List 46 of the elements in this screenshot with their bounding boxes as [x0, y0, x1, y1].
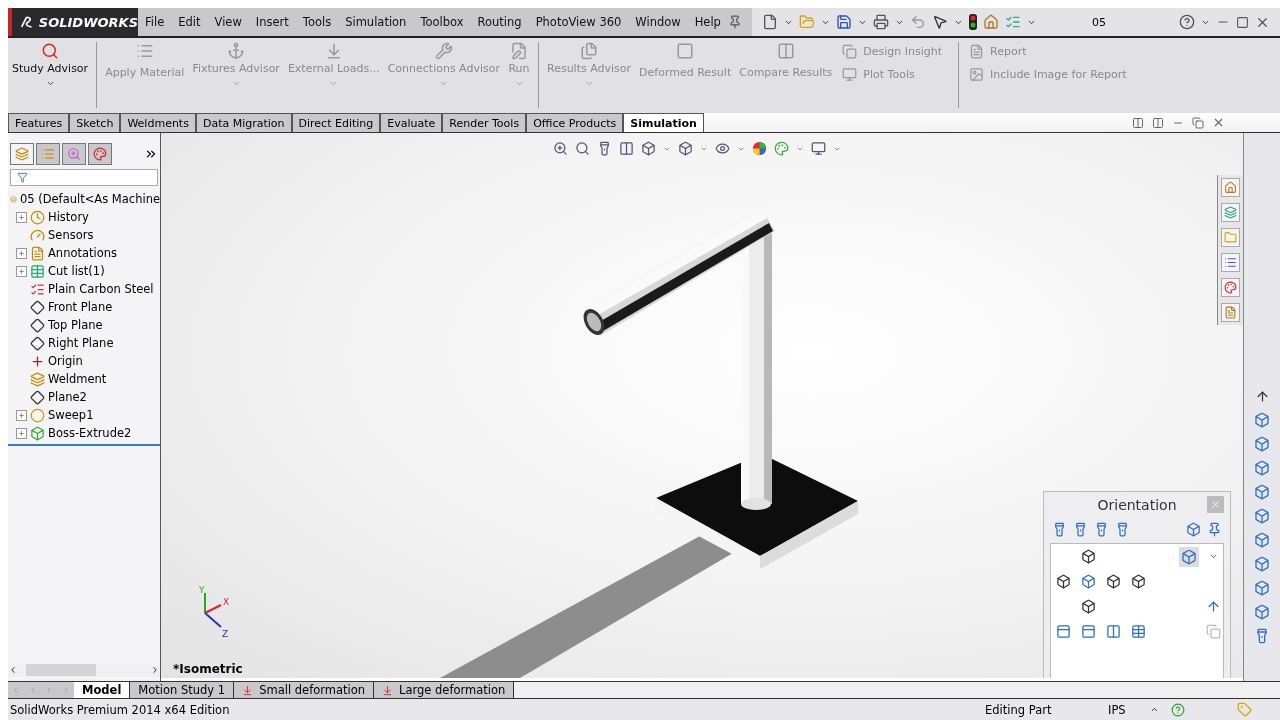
- command-tab[interactable]: Simulation: [623, 113, 704, 132]
- tree-item[interactable]: Plain Carbon Steel: [48, 282, 154, 296]
- tree-item[interactable]: History: [48, 210, 89, 224]
- tree-item[interactable]: Sweep1: [48, 408, 94, 422]
- app-logo: SOLIDWORKS: [38, 14, 138, 30]
- tree-item[interactable]: Plane2: [48, 390, 87, 404]
- ribbon-button[interactable]: Study Advisor: [8, 42, 93, 88]
- menu-item[interactable]: Help: [687, 15, 728, 29]
- view-label: *Isometric: [173, 662, 243, 676]
- status-text: Editing Part: [985, 702, 1053, 717]
- document-name: 05: [1091, 15, 1107, 29]
- command-tab[interactable]: Direct Editing: [291, 113, 381, 132]
- menu-item[interactable]: Window: [628, 15, 688, 29]
- study-tab[interactable]: Model: [74, 682, 131, 698]
- menu-item[interactable]: View: [207, 15, 249, 29]
- tree-item[interactable]: Cut list(1): [48, 264, 105, 278]
- command-tab[interactable]: Data Migration: [195, 113, 292, 132]
- tree-item[interactable]: Boss-Extrude2: [48, 426, 132, 440]
- command-tab[interactable]: Weldments: [120, 113, 196, 132]
- command-tab[interactable]: Render Tools: [442, 113, 527, 132]
- tree-item[interactable]: Right Plane: [48, 336, 114, 350]
- study-tab[interactable]: Large deformation: [374, 682, 515, 698]
- menu-item[interactable]: PhotoView 360: [528, 15, 629, 29]
- study-tab[interactable]: Motion Study 1: [130, 682, 235, 698]
- tree-item[interactable]: Top Plane: [48, 318, 103, 332]
- command-tab[interactable]: Sketch: [69, 113, 121, 132]
- menu-item[interactable]: Tools: [295, 15, 339, 29]
- menu-item[interactable]: Routing: [470, 15, 529, 29]
- units-text[interactable]: IPS: [1108, 702, 1138, 717]
- status-text: SolidWorks Premium 2014 x64 Edition: [10, 702, 231, 717]
- menu-item[interactable]: Simulation: [338, 15, 414, 29]
- tree-root[interactable]: 05 (Default<As Machine: [19, 192, 160, 206]
- menu-item[interactable]: File: [138, 15, 172, 29]
- study-tab[interactable]: Small deformation: [234, 682, 374, 698]
- tree-item[interactable]: Annotations: [48, 246, 118, 260]
- command-tab[interactable]: Evaluate: [380, 113, 443, 132]
- command-tab[interactable]: Features: [8, 113, 70, 132]
- menu-item[interactable]: Insert: [248, 15, 296, 29]
- command-tab[interactable]: Office Products: [526, 113, 624, 132]
- tree-item[interactable]: Origin: [48, 354, 83, 368]
- tree-item[interactable]: Front Plane: [48, 300, 113, 314]
- menu-item[interactable]: Edit: [171, 15, 208, 29]
- tree-item[interactable]: Weldment: [48, 372, 107, 386]
- tree-item[interactable]: Sensors: [48, 228, 94, 242]
- panel-title: Orientation: [1097, 497, 1177, 513]
- menu-item[interactable]: Toolbox: [413, 15, 471, 29]
